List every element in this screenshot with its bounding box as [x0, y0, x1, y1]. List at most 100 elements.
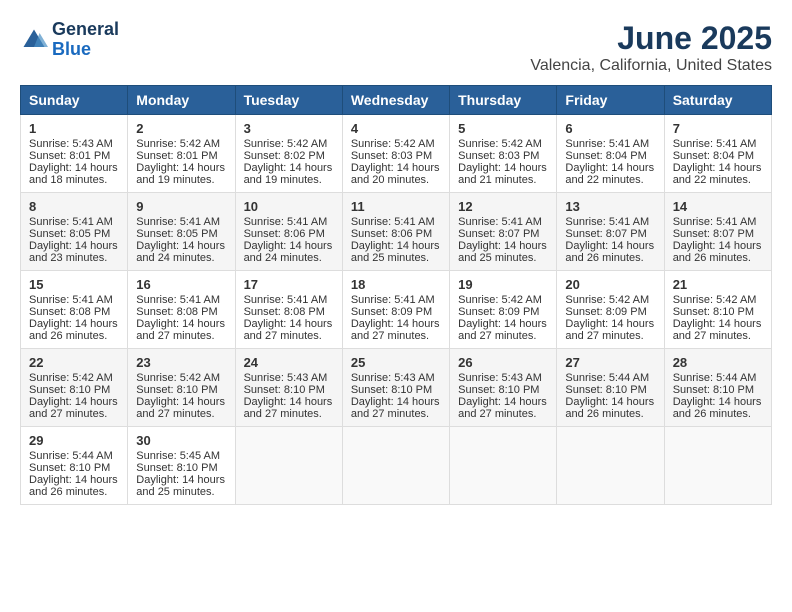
calendar-cell	[557, 427, 664, 505]
day-number: 16	[136, 277, 226, 292]
day-header-friday: Friday	[557, 86, 664, 115]
day-number: 28	[673, 355, 763, 370]
day-number: 9	[136, 199, 226, 214]
day-header-thursday: Thursday	[450, 86, 557, 115]
day-info: Sunrise: 5:45 AM Sunset: 8:10 PM Dayligh…	[136, 450, 225, 498]
day-info: Sunrise: 5:41 AM Sunset: 8:08 PM Dayligh…	[29, 294, 118, 342]
calendar-cell: 30 Sunrise: 5:45 AM Sunset: 8:10 PM Dayli…	[128, 427, 235, 505]
day-header-monday: Monday	[128, 86, 235, 115]
calendar-cell: 1 Sunrise: 5:43 AM Sunset: 8:01 PM Daylig…	[21, 115, 128, 193]
day-info: Sunrise: 5:43 AM Sunset: 8:10 PM Dayligh…	[244, 372, 333, 420]
calendar-cell: 11 Sunrise: 5:41 AM Sunset: 8:06 PM Dayli…	[342, 193, 449, 271]
calendar-cell: 15 Sunrise: 5:41 AM Sunset: 8:08 PM Dayli…	[21, 271, 128, 349]
day-info: Sunrise: 5:41 AM Sunset: 8:05 PM Dayligh…	[136, 216, 225, 264]
day-number: 23	[136, 355, 226, 370]
day-info: Sunrise: 5:42 AM Sunset: 8:10 PM Dayligh…	[29, 372, 118, 420]
day-number: 4	[351, 121, 441, 136]
logo-text: General Blue	[52, 20, 119, 60]
day-info: Sunrise: 5:41 AM Sunset: 8:06 PM Dayligh…	[244, 216, 333, 264]
logo-icon	[20, 26, 48, 54]
day-info: Sunrise: 5:42 AM Sunset: 8:09 PM Dayligh…	[458, 294, 547, 342]
calendar-cell: 18 Sunrise: 5:41 AM Sunset: 8:09 PM Dayli…	[342, 271, 449, 349]
calendar-cell: 17 Sunrise: 5:41 AM Sunset: 8:08 PM Dayli…	[235, 271, 342, 349]
calendar-cell: 5 Sunrise: 5:42 AM Sunset: 8:03 PM Daylig…	[450, 115, 557, 193]
calendar-cell	[450, 427, 557, 505]
calendar-cell: 3Sunrise: 5:42 AM Sunset: 8:02 PM Daylig…	[235, 115, 342, 193]
day-info: Sunrise: 5:41 AM Sunset: 8:09 PM Dayligh…	[351, 294, 440, 342]
day-number: 18	[351, 277, 441, 292]
day-number: 25	[351, 355, 441, 370]
day-info: Sunrise: 5:41 AM Sunset: 8:07 PM Dayligh…	[565, 216, 654, 264]
day-number: 11	[351, 199, 441, 214]
day-number: 27	[565, 355, 655, 370]
day-header-sunday: Sunday	[21, 86, 128, 115]
calendar-cell	[664, 427, 771, 505]
calendar-week-2: 8 Sunrise: 5:41 AM Sunset: 8:05 PM Daylig…	[21, 193, 772, 271]
day-number: 13	[565, 199, 655, 214]
day-number: 6	[565, 121, 655, 136]
day-number: 22	[29, 355, 119, 370]
calendar-cell: 23 Sunrise: 5:42 AM Sunset: 8:10 PM Dayli…	[128, 349, 235, 427]
day-number: 10	[244, 199, 334, 214]
logo: General Blue	[20, 20, 119, 60]
calendar-cell: 2 Sunrise: 5:42 AM Sunset: 8:01 PM Daylig…	[128, 115, 235, 193]
calendar-title: June 2025	[530, 20, 772, 57]
day-info: Sunrise: 5:42 AM Sunset: 8:01 PM Dayligh…	[136, 138, 225, 186]
day-number: 8	[29, 199, 119, 214]
day-number: 21	[673, 277, 763, 292]
calendar-cell: 19 Sunrise: 5:42 AM Sunset: 8:09 PM Dayli…	[450, 271, 557, 349]
day-number: 30	[136, 433, 226, 448]
day-info: Sunrise: 5:43 AM Sunset: 8:01 PM Dayligh…	[29, 138, 118, 186]
day-number: 15	[29, 277, 119, 292]
day-number: 19	[458, 277, 548, 292]
calendar-cell: 4Sunrise: 5:42 AM Sunset: 8:03 PM Daylig…	[342, 115, 449, 193]
calendar-cell: 12 Sunrise: 5:41 AM Sunset: 8:07 PM Dayli…	[450, 193, 557, 271]
day-header-wednesday: Wednesday	[342, 86, 449, 115]
day-info: Sunrise: 5:42 AM Sunset: 8:10 PM Dayligh…	[136, 372, 225, 420]
calendar-subtitle: Valencia, California, United States	[530, 57, 772, 75]
calendar-cell	[235, 427, 342, 505]
day-info: Sunrise: 5:41 AM Sunset: 8:07 PM Dayligh…	[458, 216, 547, 264]
calendar-cell: 20 Sunrise: 5:42 AM Sunset: 8:09 PM Dayli…	[557, 271, 664, 349]
calendar-week-1: 1 Sunrise: 5:43 AM Sunset: 8:01 PM Daylig…	[21, 115, 772, 193]
day-info: Sunrise: 5:41 AM Sunset: 8:07 PM Dayligh…	[673, 216, 762, 264]
day-number: 5	[458, 121, 548, 136]
day-number: 3	[244, 121, 334, 136]
calendar-cell: 14 Sunrise: 5:41 AM Sunset: 8:07 PM Dayli…	[664, 193, 771, 271]
day-info: Sunrise: 5:42 AM Sunset: 8:10 PM Dayligh…	[673, 294, 762, 342]
calendar-cell: 22 Sunrise: 5:42 AM Sunset: 8:10 PM Dayli…	[21, 349, 128, 427]
day-info: Sunrise: 5:42 AM Sunset: 8:09 PM Dayligh…	[565, 294, 654, 342]
calendar-cell: 8 Sunrise: 5:41 AM Sunset: 8:05 PM Daylig…	[21, 193, 128, 271]
calendar-cell: 16 Sunrise: 5:41 AM Sunset: 8:08 PM Dayli…	[128, 271, 235, 349]
day-number: 14	[673, 199, 763, 214]
day-number: 20	[565, 277, 655, 292]
day-info: Sunrise: 5:44 AM Sunset: 8:10 PM Dayligh…	[565, 372, 654, 420]
day-number: 2	[136, 121, 226, 136]
calendar-cell: 21 Sunrise: 5:42 AM Sunset: 8:10 PM Dayli…	[664, 271, 771, 349]
day-info: Sunrise: 5:43 AM Sunset: 8:10 PM Dayligh…	[351, 372, 440, 420]
day-info: Sunrise: 5:43 AM Sunset: 8:10 PM Dayligh…	[458, 372, 547, 420]
day-info: Sunrise: 5:41 AM Sunset: 8:08 PM Dayligh…	[136, 294, 225, 342]
day-header-saturday: Saturday	[664, 86, 771, 115]
day-info: Sunrise: 5:41 AM Sunset: 8:05 PM Dayligh…	[29, 216, 118, 264]
calendar-cell: 13 Sunrise: 5:41 AM Sunset: 8:07 PM Dayli…	[557, 193, 664, 271]
day-number: 17	[244, 277, 334, 292]
day-info: Sunrise: 5:41 AM Sunset: 8:08 PM Dayligh…	[244, 294, 333, 342]
calendar-cell: 9 Sunrise: 5:41 AM Sunset: 8:05 PM Daylig…	[128, 193, 235, 271]
calendar-cell: 6Sunrise: 5:41 AM Sunset: 8:04 PM Daylig…	[557, 115, 664, 193]
calendar-cell: 26Sunrise: 5:43 AM Sunset: 8:10 PM Dayli…	[450, 349, 557, 427]
day-info: Sunrise: 5:42 AM Sunset: 8:03 PM Dayligh…	[458, 138, 547, 186]
day-info: Sunrise: 5:44 AM Sunset: 8:10 PM Dayligh…	[29, 450, 118, 498]
calendar-cell: 7Sunrise: 5:41 AM Sunset: 8:04 PM Daylig…	[664, 115, 771, 193]
day-number: 1	[29, 121, 119, 136]
calendar-week-5: 29 Sunrise: 5:44 AM Sunset: 8:10 PM Dayli…	[21, 427, 772, 505]
day-number: 12	[458, 199, 548, 214]
calendar-cell: 27 Sunrise: 5:44 AM Sunset: 8:10 PM Dayli…	[557, 349, 664, 427]
day-number: 29	[29, 433, 119, 448]
day-info: Sunrise: 5:41 AM Sunset: 8:06 PM Dayligh…	[351, 216, 440, 264]
calendar-table: SundayMondayTuesdayWednesdayThursdayFrid…	[20, 85, 772, 505]
calendar-cell: 28 Sunrise: 5:44 AM Sunset: 8:10 PM Dayli…	[664, 349, 771, 427]
calendar-cell	[342, 427, 449, 505]
day-info: Sunrise: 5:44 AM Sunset: 8:10 PM Dayligh…	[673, 372, 762, 420]
page-header: General Blue June 2025 Valencia, Califor…	[20, 20, 772, 75]
